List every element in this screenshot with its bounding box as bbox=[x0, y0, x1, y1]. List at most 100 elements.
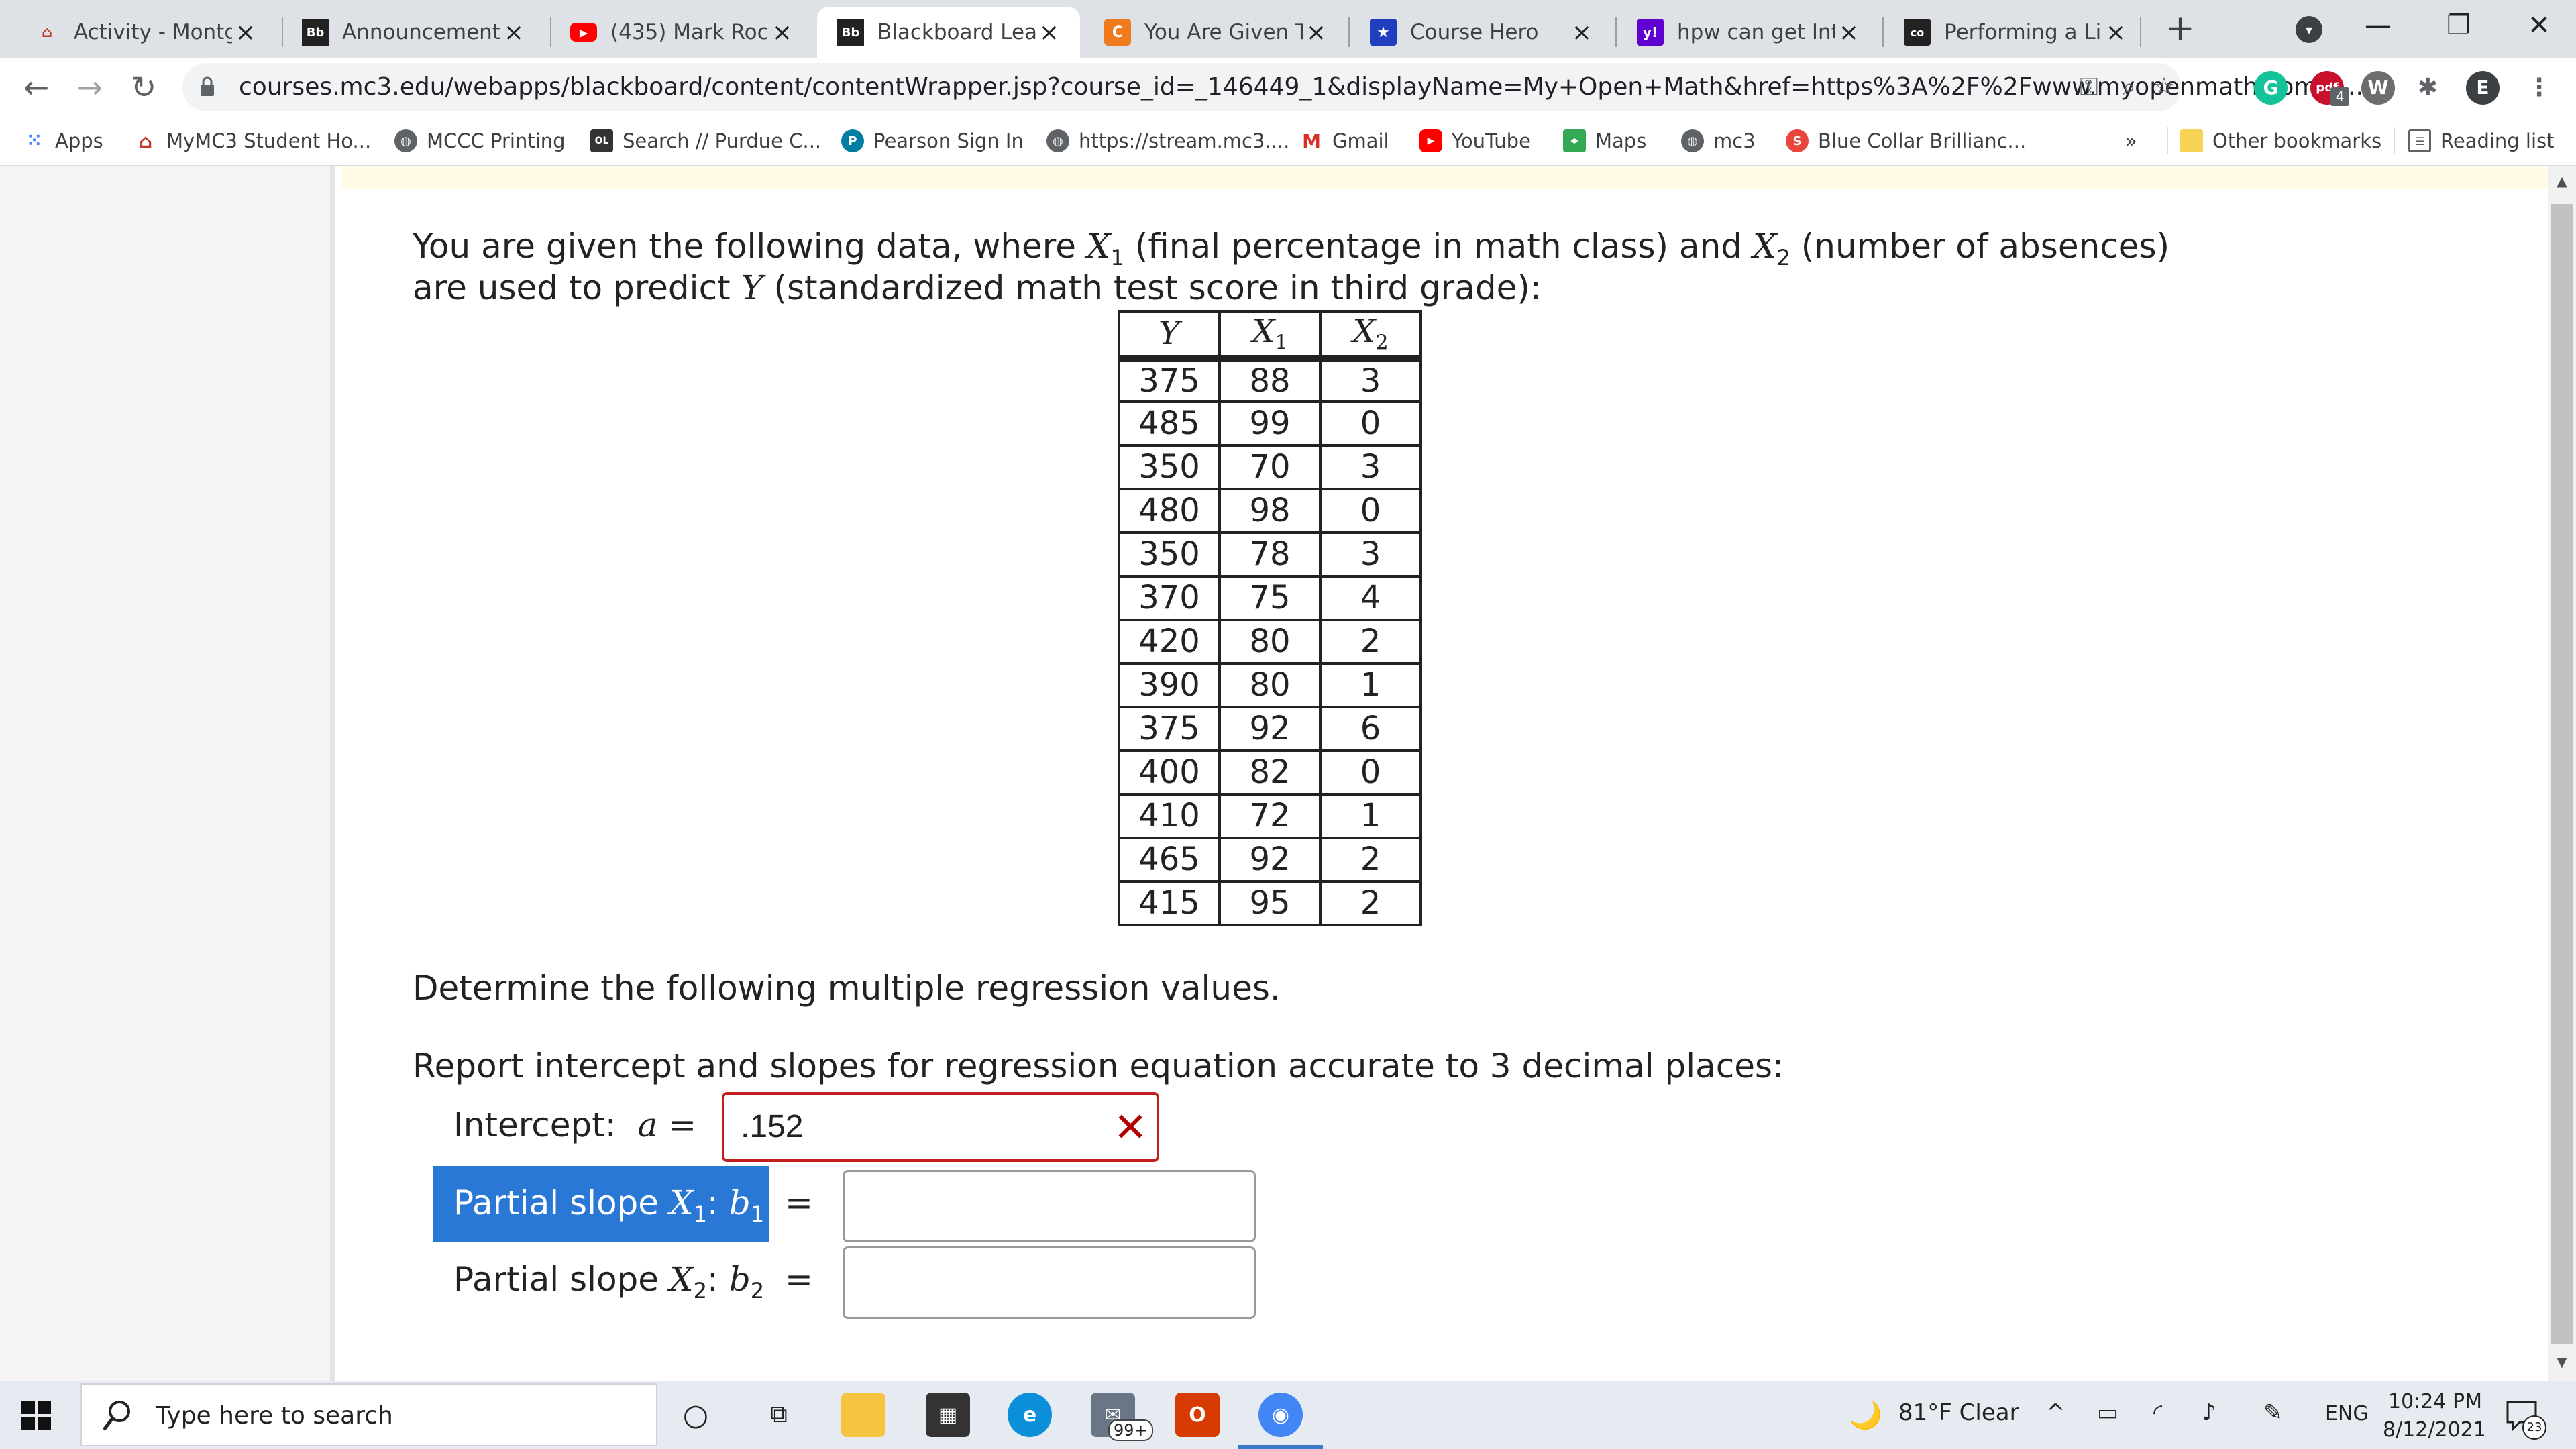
store-icon[interactable]: ▦ bbox=[926, 1393, 970, 1437]
math-var: b bbox=[729, 1260, 751, 1299]
windows-start-icon[interactable] bbox=[21, 1401, 51, 1430]
bookmark-star-icon[interactable]: ☆ bbox=[2149, 72, 2179, 102]
slope2-input[interactable] bbox=[843, 1246, 1256, 1319]
mc3-icon: ⌂ bbox=[42, 23, 52, 41]
close-icon[interactable]: × bbox=[232, 19, 259, 46]
bookmark-blue-collar[interactable]: S Blue Collar Brillianc... bbox=[1786, 126, 2026, 156]
weather-text[interactable]: 81°F Clear bbox=[1898, 1399, 2019, 1426]
w-extension-icon[interactable]: W bbox=[2361, 71, 2395, 105]
bookmark-stream[interactable]: ◍ https://stream.mc3.... bbox=[1046, 126, 1289, 156]
table-cell: 3 bbox=[1319, 443, 1422, 490]
bookmark-apps[interactable]: ⁙ Apps bbox=[23, 126, 103, 156]
address-bar[interactable]: courses.mc3.edu/webapps/blackboard/conte… bbox=[182, 63, 2363, 111]
edge-icon[interactable]: e bbox=[1008, 1393, 1052, 1437]
table-cell: 2 bbox=[1319, 618, 1422, 665]
math-subscript: 2 bbox=[1375, 331, 1389, 355]
office-icon[interactable]: O bbox=[1175, 1393, 1220, 1437]
bookmark-purdue[interactable]: OL Search // Purdue C... bbox=[590, 126, 821, 156]
key-icon[interactable]: ⚿ bbox=[2074, 72, 2104, 102]
equals-sign: = bbox=[668, 1106, 697, 1144]
math-var: X bbox=[669, 1260, 694, 1299]
scrollbar-thumb[interactable] bbox=[2551, 204, 2573, 1344]
table-cell: 70 bbox=[1218, 443, 1322, 490]
forward-arrow-icon[interactable]: → bbox=[70, 67, 110, 107]
clock-time[interactable]: 10:24 PM bbox=[2388, 1390, 2482, 1413]
file-explorer-icon[interactable] bbox=[841, 1393, 885, 1437]
close-icon[interactable]: × bbox=[1036, 19, 1063, 46]
other-bookmarks[interactable]: Other bookmarks bbox=[2180, 126, 2381, 156]
table-cell: 6 bbox=[1319, 705, 1422, 752]
tab-yahoo[interactable]: y! hpw can get Inter × bbox=[1617, 7, 1880, 58]
pen-icon[interactable]: ✎ bbox=[2263, 1399, 2283, 1426]
table-cell: 92 bbox=[1218, 836, 1322, 883]
tab-activity[interactable]: ⌂ Activity - Montgo × bbox=[13, 7, 276, 58]
tab-search-icon[interactable]: ▾ bbox=[2296, 16, 2322, 43]
weather-icon[interactable]: 🌙 bbox=[1849, 1399, 1882, 1431]
notification-count: 23 bbox=[2522, 1415, 2546, 1440]
tab-performing-linear[interactable]: co Performing a Line × bbox=[1884, 7, 2147, 58]
bookmark-mymc3[interactable]: ⌂ MyMC3 Student Ho... bbox=[134, 126, 371, 156]
bookmark-gmail[interactable]: M Gmail bbox=[1300, 126, 1389, 156]
language-indicator[interactable]: ENG bbox=[2325, 1402, 2369, 1426]
close-window-icon[interactable]: ✕ bbox=[2502, 0, 2576, 51]
close-icon[interactable]: × bbox=[1835, 19, 1862, 46]
bookmark-mc3[interactable]: ◍ mc3 bbox=[1681, 126, 1756, 156]
menu-kebab-icon[interactable]: ⋮ bbox=[2522, 71, 2556, 105]
bookmark-mccc-printing[interactable]: ◍ MCCC Printing bbox=[394, 126, 566, 156]
table-row: 390 80 1 bbox=[1118, 661, 1422, 708]
new-tab-button[interactable]: + bbox=[2160, 8, 2200, 48]
tab-chegg[interactable]: C You Are Given The × bbox=[1084, 7, 1347, 58]
bookmark-maps[interactable]: ⌖ Maps bbox=[1563, 126, 1646, 156]
close-icon[interactable]: × bbox=[500, 19, 527, 46]
volume-icon[interactable]: ♪ bbox=[2202, 1399, 2216, 1426]
active-app-indicator bbox=[1238, 1445, 1323, 1449]
puzzle-extensions-icon[interactable]: ✱ bbox=[2411, 71, 2445, 105]
scroll-down-icon[interactable]: ▼ bbox=[2553, 1354, 2571, 1374]
wifi-icon[interactable]: ◜ bbox=[2153, 1399, 2162, 1426]
slope1-input[interactable] bbox=[843, 1170, 1256, 1242]
table-row: 350 70 3 bbox=[1118, 443, 1422, 490]
mc3-icon: ⌂ bbox=[138, 129, 153, 152]
math-var: a bbox=[637, 1106, 658, 1144]
zoom-icon[interactable]: ⌕ bbox=[2114, 72, 2144, 102]
bookmark-label: Reading list bbox=[2440, 129, 2555, 152]
scroll-up-icon[interactable]: ▲ bbox=[2553, 173, 2571, 193]
chrome-icon[interactable]: ◉ bbox=[1258, 1393, 1303, 1437]
close-icon[interactable]: × bbox=[769, 19, 796, 46]
table-cell: 390 bbox=[1118, 661, 1221, 708]
bookmark-youtube[interactable]: ▶ YouTube bbox=[1419, 126, 1531, 156]
bookmark-label: Gmail bbox=[1332, 129, 1389, 152]
restore-icon[interactable]: ❐ bbox=[2422, 0, 2496, 51]
profile-avatar[interactable]: E bbox=[2466, 71, 2500, 105]
bookmark-label: Other bookmarks bbox=[2212, 129, 2382, 152]
table-cell: 0 bbox=[1319, 487, 1422, 534]
close-icon[interactable]: × bbox=[2102, 19, 2129, 46]
col-header-x2: X2 bbox=[1319, 310, 1422, 362]
youtube-icon: ▶ bbox=[570, 23, 597, 42]
minimize-icon[interactable]: — bbox=[2341, 0, 2415, 51]
tab-blackboard-learn[interactable]: Bb Blackboard Learn × bbox=[817, 7, 1080, 58]
reload-icon[interactable]: ↻ bbox=[123, 67, 164, 107]
taskbar-search-box[interactable]: Type here to search bbox=[80, 1383, 657, 1446]
intercept-input[interactable]: .152 bbox=[722, 1092, 1159, 1162]
cortana-icon[interactable]: ○ bbox=[674, 1393, 718, 1437]
clock-date[interactable]: 8/12/2021 bbox=[2383, 1418, 2486, 1442]
close-icon[interactable]: × bbox=[1303, 19, 1330, 46]
battery-icon[interactable]: ▭ bbox=[2097, 1399, 2118, 1426]
reading-list[interactable]: ☰ Reading list bbox=[2408, 126, 2555, 156]
tab-announcements[interactable]: Bb Announcements – × bbox=[282, 7, 545, 58]
task-view-icon[interactable]: ⧉ bbox=[757, 1393, 801, 1437]
table-cell: 375 bbox=[1118, 705, 1221, 752]
bookmark-pearson[interactable]: P Pearson Sign In bbox=[841, 126, 1024, 156]
tab-youtube[interactable]: ▶ (435) Mark Roche × bbox=[550, 7, 813, 58]
grammarly-icon[interactable]: G bbox=[2254, 71, 2288, 105]
back-arrow-icon[interactable]: ← bbox=[16, 67, 56, 107]
tab-course-hero[interactable]: ★ Course Hero × bbox=[1350, 7, 1613, 58]
vertical-scrollbar[interactable]: ▲ ▼ bbox=[2548, 166, 2576, 1381]
bookmarks-overflow-button[interactable]: » bbox=[2125, 126, 2137, 156]
close-icon[interactable]: × bbox=[1568, 19, 1595, 46]
lock-icon bbox=[201, 76, 214, 96]
bookmark-label: MCCC Printing bbox=[427, 129, 566, 152]
show-hidden-icons-icon[interactable]: ^ bbox=[2046, 1399, 2065, 1426]
notification-center-icon[interactable]: 23 bbox=[2505, 1398, 2546, 1440]
